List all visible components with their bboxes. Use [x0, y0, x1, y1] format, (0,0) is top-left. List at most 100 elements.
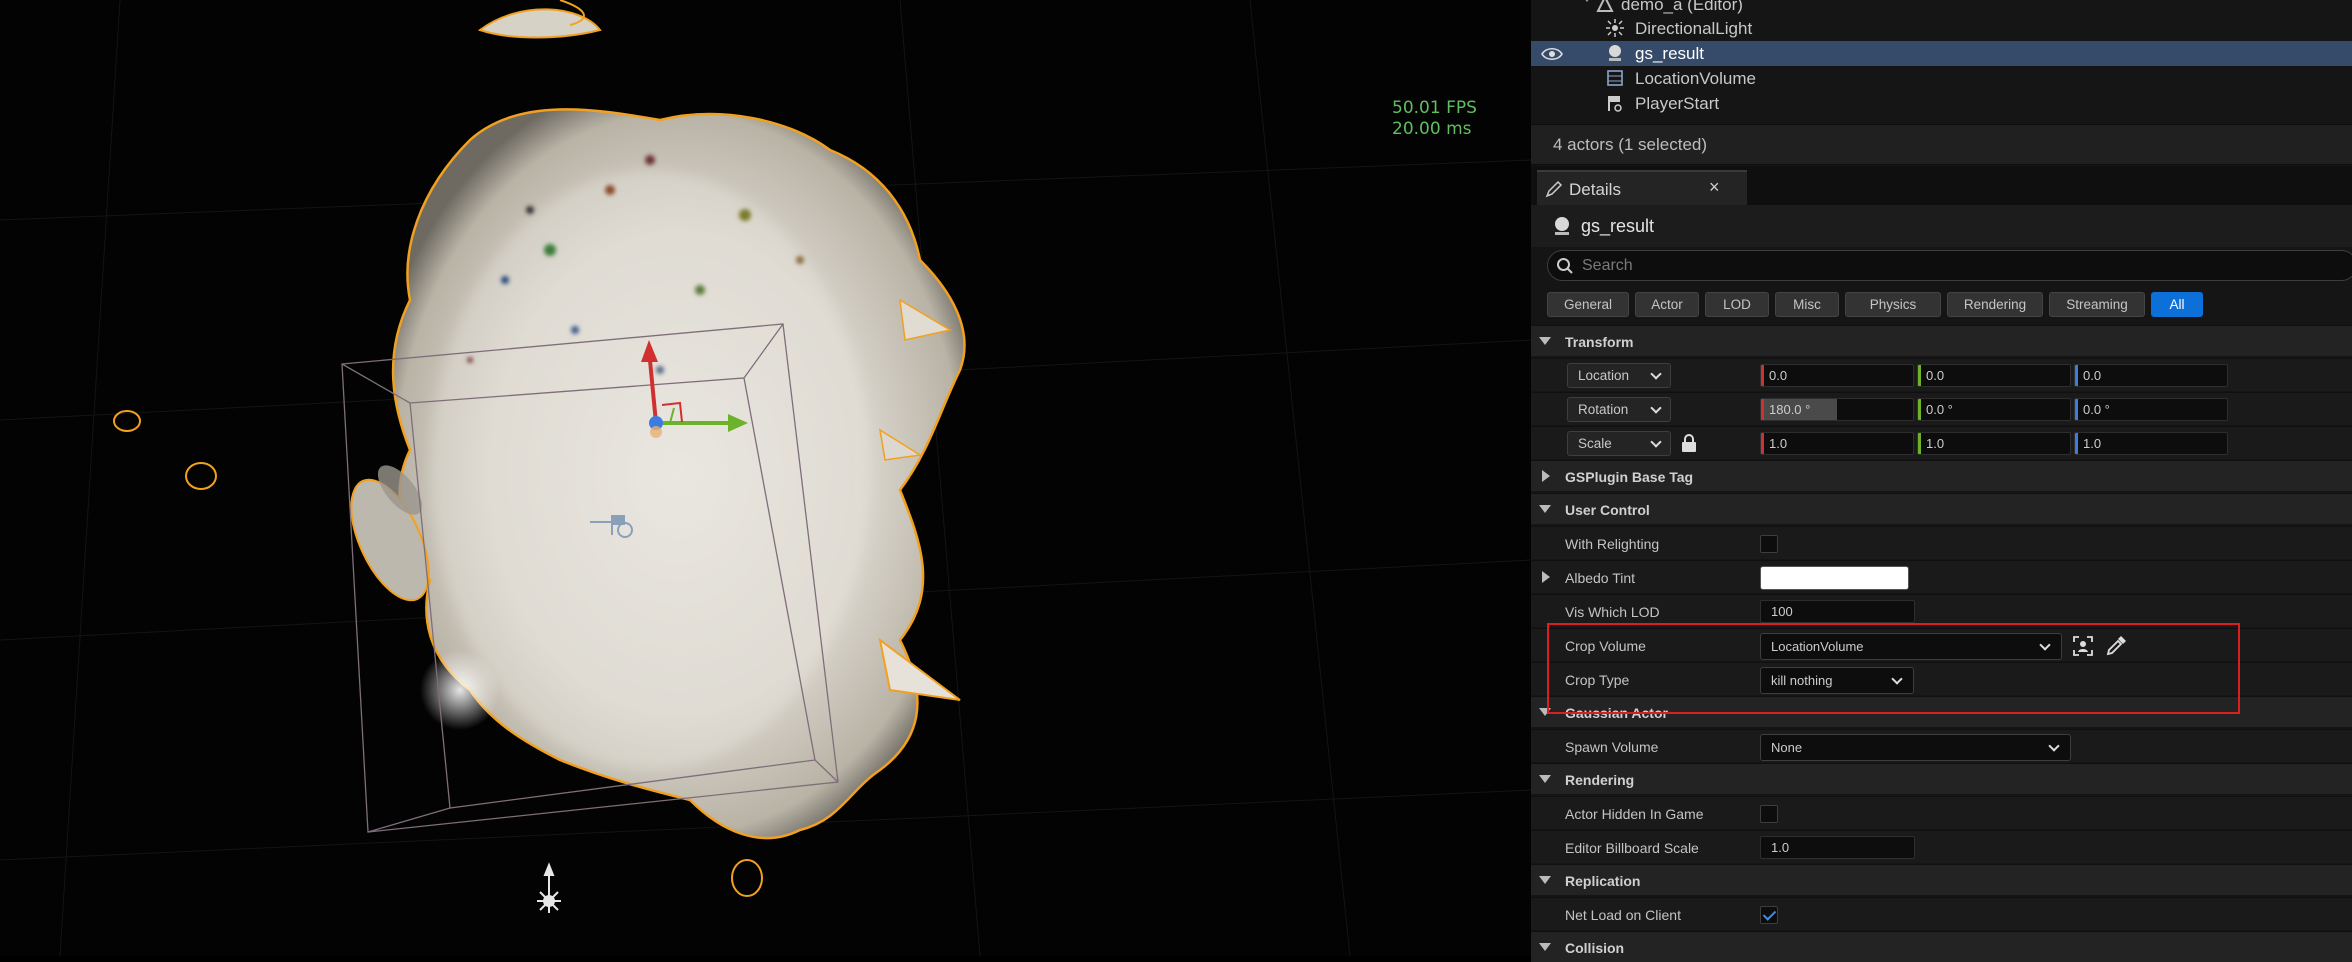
tab-details[interactable]: Details × [1537, 170, 1747, 205]
property-albedo-tint: Albedo Tint [1531, 560, 2352, 593]
details-search[interactable] [1547, 250, 2352, 281]
vis-which-lod-field[interactable]: 100 [1760, 600, 1915, 623]
eyedropper-icon[interactable] [2105, 635, 2127, 657]
category-gsplugin-base-tag[interactable]: GSPlugin Base Tag [1531, 460, 2352, 491]
collapse-arrow-icon[interactable] [1539, 876, 1551, 884]
property-label: Spawn Volume [1565, 739, 1659, 755]
chevron-down-icon [1650, 436, 1662, 448]
billboard-scale-field[interactable]: 1.0 [1760, 836, 1915, 859]
spawn-volume-dropdown[interactable]: None [1760, 734, 2071, 761]
dropdown-value: LocationVolume [1771, 639, 1864, 654]
filter-lod[interactable]: LOD [1705, 292, 1769, 317]
outliner-item-label: gs_result [1635, 43, 1704, 63]
close-icon[interactable]: × [1709, 177, 1720, 198]
outliner-item-level[interactable]: demo_a (Editor) [1531, 0, 2352, 17]
chevron-down-icon [1650, 402, 1662, 414]
property-rotation: Rotation 180.0 ° 0.0 ° 0.0 ° [1531, 392, 2352, 425]
filter-misc[interactable]: Misc [1775, 292, 1839, 317]
actor-sphere-icon [1609, 45, 1621, 61]
category-label: Rendering [1565, 772, 1635, 788]
details-tab-bar: Details × [1531, 166, 2352, 205]
billboard-scale-value: 1.0 [1771, 840, 1790, 855]
dropdown-label: Scale [1578, 436, 1612, 451]
category-transform[interactable]: Transform [1531, 325, 2352, 356]
outliner-item-directionallight[interactable]: DirectionalLight [1531, 16, 2352, 41]
category-gaussian-actor[interactable]: Gaussian Actor [1531, 696, 2352, 727]
expand-arrow-icon[interactable] [1542, 470, 1550, 482]
y-axis-marker [1918, 399, 1921, 420]
scale-x-field[interactable]: 1.0 [1760, 432, 1914, 455]
scale-mode-dropdown[interactable]: Scale [1567, 431, 1671, 456]
location-mode-dropdown[interactable]: Location [1567, 363, 1671, 388]
collapse-arrow-icon[interactable] [1539, 505, 1551, 513]
category-replication[interactable]: Replication [1531, 864, 2352, 895]
property-vis-which-lod: Vis Which LOD 100 [1531, 594, 2352, 627]
property-net-load-on-client: Net Load on Client [1531, 897, 2352, 930]
outliner-item-locationvolume[interactable]: LocationVolume [1531, 66, 2352, 91]
property-actor-hidden-in-game: Actor Hidden In Game [1531, 796, 2352, 829]
rotation-mode-dropdown[interactable]: Rotation [1567, 397, 1671, 422]
filter-rendering[interactable]: Rendering [1947, 292, 2043, 317]
visibility-eye-icon[interactable] [1541, 46, 1563, 62]
outliner-item-gs-result[interactable]: gs_result [1531, 41, 2352, 66]
dropdown-label: Location [1578, 368, 1630, 383]
rotation-z-field[interactable]: 0.0 ° [2074, 398, 2228, 421]
rotation-y-value: 0.0 ° [1926, 402, 1953, 417]
level-viewport[interactable]: 50.01 FPS 20.00 ms [0, 0, 1531, 956]
collapse-arrow-icon[interactable] [1539, 775, 1551, 783]
level-icon [1596, 0, 1614, 12]
search-icon [1557, 258, 1573, 274]
location-x-value: 0.0 [1769, 368, 1788, 383]
filter-actor[interactable]: Actor [1635, 292, 1699, 317]
scale-z-field[interactable]: 1.0 [2074, 432, 2228, 455]
location-y-field[interactable]: 0.0 [1917, 364, 2071, 387]
property-spawn-volume: Spawn Volume None [1531, 729, 2352, 762]
dropdown-label: Rotation [1578, 402, 1629, 417]
chevron-down-icon [1891, 673, 1903, 685]
net-load-checkbox[interactable] [1760, 906, 1778, 924]
directional-light-icon [1606, 19, 1624, 37]
browse-to-asset-icon[interactable] [2072, 635, 2094, 657]
rotation-y-field[interactable]: 0.0 ° [1917, 398, 2071, 421]
filter-general[interactable]: General [1547, 292, 1629, 317]
property-label: Editor Billboard Scale [1565, 840, 1699, 856]
scale-z-value: 1.0 [2083, 436, 2102, 451]
category-user-control[interactable]: User Control [1531, 493, 2352, 524]
vis-which-lod-value: 100 [1771, 604, 1793, 619]
filter-all[interactable]: All [2151, 292, 2203, 317]
lock-icon[interactable] [1680, 433, 1698, 453]
actor-sphere-icon [1555, 217, 1569, 235]
expand-arrow-icon[interactable] [1542, 571, 1550, 583]
property-label: Crop Volume [1565, 638, 1646, 654]
collapse-arrow-icon[interactable] [1539, 337, 1551, 345]
property-label: Actor Hidden In Game [1565, 806, 1704, 822]
right-panel: demo_a (Editor) DirectionalLight gs_resu… [1531, 0, 2352, 962]
filter-physics[interactable]: Physics [1845, 292, 1941, 317]
albedo-tint-swatch[interactable] [1760, 566, 1909, 590]
volume-icon [1607, 70, 1623, 86]
with-relighting-checkbox[interactable] [1760, 535, 1778, 553]
location-z-field[interactable]: 0.0 [2074, 364, 2228, 387]
collapse-arrow-icon[interactable] [1539, 943, 1551, 951]
dropdown-value: kill nothing [1771, 673, 1833, 688]
rotation-x-field[interactable]: 180.0 ° [1760, 398, 1914, 421]
tab-label: Details [1569, 180, 1621, 199]
crop-type-dropdown[interactable]: kill nothing [1760, 667, 1914, 694]
outliner-item-label: LocationVolume [1635, 68, 1756, 88]
filter-streaming[interactable]: Streaming [2049, 292, 2145, 317]
collapse-arrow-icon[interactable] [1539, 708, 1551, 716]
actor-hidden-checkbox[interactable] [1760, 805, 1778, 823]
collapse-arrow-icon[interactable] [1581, 0, 1593, 2]
outliner-item-playerstart[interactable]: PlayerStart [1531, 91, 2352, 116]
location-y-value: 0.0 [1926, 368, 1945, 383]
category-collision[interactable]: Collision [1531, 931, 2352, 962]
crop-volume-dropdown[interactable]: LocationVolume [1760, 633, 2062, 660]
gaussian-splat-cloud [350, 0, 966, 840]
actor-count: 4 actors (1 selected) [1553, 135, 1708, 154]
search-input[interactable] [1582, 255, 2282, 277]
location-x-field[interactable]: 0.0 [1760, 364, 1914, 387]
category-rendering[interactable]: Rendering [1531, 763, 2352, 794]
chevron-down-icon [2048, 740, 2060, 752]
frame-time-value: 20.00 ms [1392, 119, 1472, 139]
scale-y-field[interactable]: 1.0 [1917, 432, 2071, 455]
